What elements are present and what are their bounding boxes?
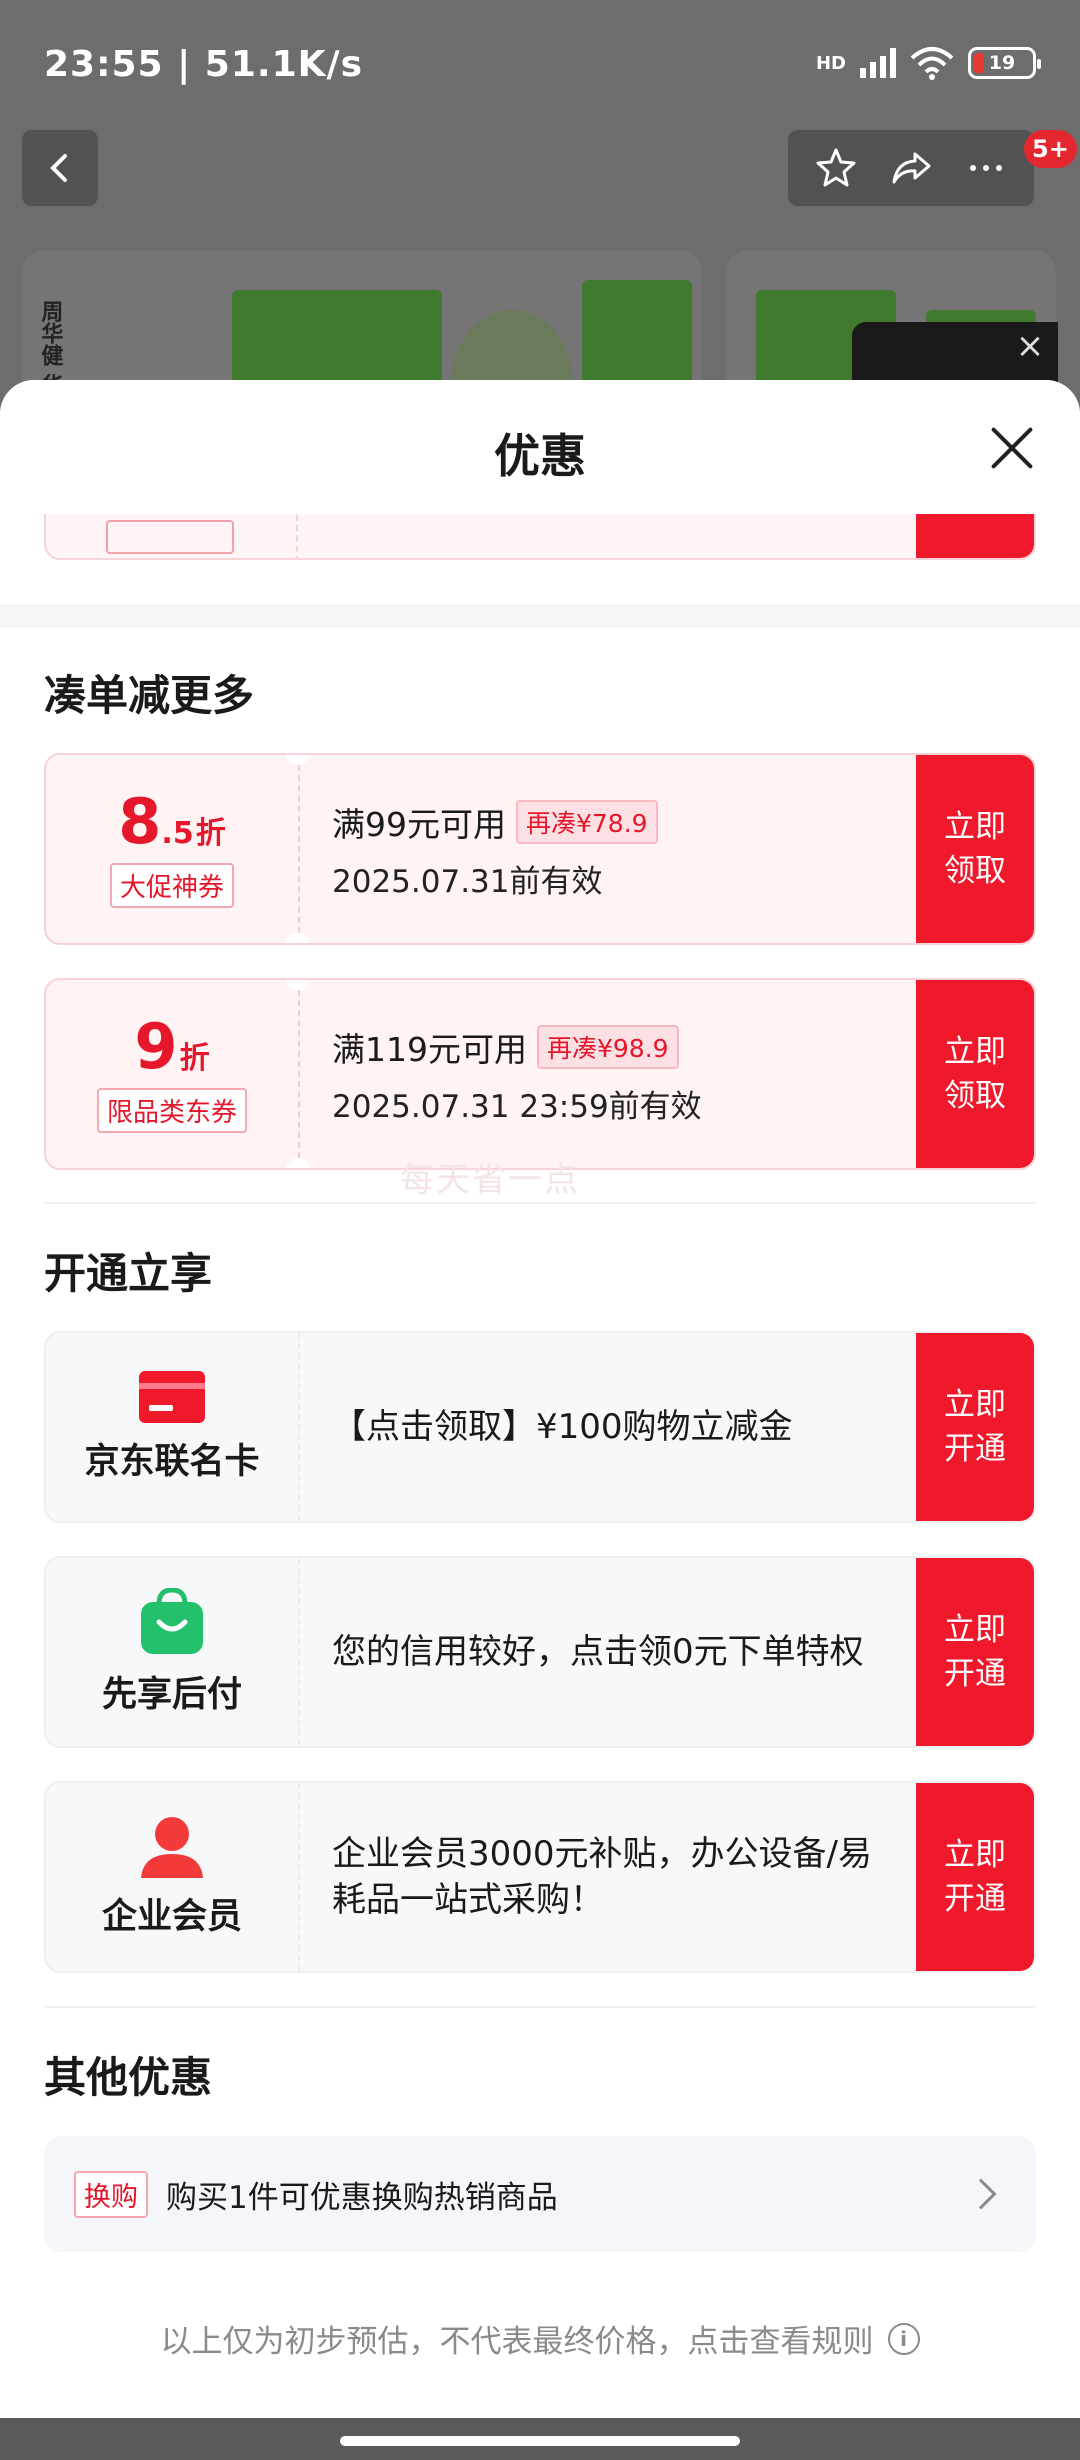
chevron-right-icon	[965, 2178, 997, 2210]
coupon-card: 9 折 限品类东券 满119元可用 再凑¥98.9 2025.07.31 23:…	[44, 978, 1036, 1170]
status-icons: HD 19	[815, 46, 1041, 80]
coupon-discount: 9 折 限品类东券	[46, 980, 298, 1168]
coupon-discount: 8 .5 折 大促神券	[46, 755, 298, 943]
coupon-info: 满99元可用 再凑¥78.9 2025.07.31前有效	[332, 755, 894, 943]
divider	[44, 1202, 1036, 1204]
coupon-expire: 2025.07.31前有效	[332, 863, 603, 900]
chevron-left-icon	[50, 154, 67, 182]
discount-decimal: .5	[161, 815, 194, 851]
user-icon	[141, 1816, 203, 1878]
back-button[interactable]	[22, 130, 98, 206]
discount-value: 8	[118, 784, 162, 858]
price-disclaimer[interactable]: 以上仅为初步预估，不代表最终价格，点击查看规则 i	[0, 2316, 1080, 2361]
coupon-card: 8 .5 折 大促神券 满99元可用 再凑¥78.9 2025.07.31前有效…	[44, 753, 1036, 945]
battery-level: 19	[988, 52, 1016, 74]
discount-unit: 折	[195, 815, 226, 851]
coupon-type-tag: 限品类东券	[96, 1087, 247, 1133]
credit-card-icon	[139, 1370, 205, 1423]
more-icon[interactable]	[964, 146, 1008, 190]
claim-coupon-button[interactable]: 立即领取	[916, 755, 1034, 943]
section-title-bundle: 凑单减更多	[44, 671, 255, 720]
open-service-button[interactable]: 立即开通	[916, 1558, 1034, 1746]
discount-unit: 折	[179, 1040, 210, 1076]
service-name: 先享后付	[101, 1674, 242, 1715]
trade-in-offer-row[interactable]: 换购 购买1件可优惠换购热销商品	[44, 2136, 1036, 2252]
watermark: 每天省一点	[400, 1160, 580, 1200]
top-actions-group	[788, 130, 1034, 206]
disclaimer-text: 以上仅为初步预估，不代表最终价格，点击查看规则	[160, 2324, 874, 2360]
open-service-button[interactable]: 立即开通	[916, 1783, 1034, 1971]
coupon-condition: 满119元可用	[332, 1029, 527, 1069]
coupon-expire: 2025.07.31 23:59前有效	[332, 1088, 702, 1125]
service-card-jd-card: 京东联名卡 【点击领取】¥100购物立减金 立即开通	[44, 1331, 1036, 1523]
sheet-title: 优惠	[494, 429, 586, 483]
claim-coupon-button[interactable]: 立即领取	[916, 980, 1034, 1168]
hd-label: HD	[815, 52, 846, 74]
section-title-open: 开通立享	[44, 1249, 213, 1298]
battery-icon: 19	[968, 47, 1041, 79]
coupon-extra-tag: 再凑¥78.9	[516, 799, 658, 844]
service-desc: 【点击领取】¥100购物立减金	[332, 1407, 793, 1447]
coupon-type-tag: 大促神券	[109, 862, 234, 908]
status-time: 23:55 | 51.1K/s	[44, 44, 364, 85]
share-icon[interactable]	[889, 146, 933, 190]
star-icon[interactable]	[814, 146, 858, 190]
trade-in-text: 购买1件可优惠换购热销商品	[166, 2179, 558, 2216]
home-indicator[interactable]	[340, 2436, 740, 2446]
service-card-pay-later: 先享后付 您的信用较好，点击领0元下单特权 立即开通	[44, 1556, 1036, 1748]
discount-sheet: 优惠 凑单减更多 8 .5 折 大促神券 满99元可用 再凑¥78.9 2025…	[0, 380, 1080, 2460]
coupon-info: 满119元可用 再凑¥98.9 2025.07.31 23:59前有效	[332, 980, 894, 1168]
signal-icon	[860, 48, 896, 78]
message-count-badge: 5+	[1024, 130, 1077, 168]
service-desc: 您的信用较好，点击领0元下单特权	[332, 1632, 864, 1672]
info-icon[interactable]: i	[887, 2322, 920, 2355]
coupon-condition: 满99元可用	[332, 804, 506, 844]
open-service-button[interactable]: 立即开通	[916, 1333, 1034, 1521]
sheet-header: 优惠	[0, 380, 1080, 514]
divider	[44, 2006, 1036, 2008]
close-icon[interactable]	[984, 420, 1040, 476]
shopping-bag-icon	[141, 1587, 203, 1654]
section-title-other: 其他优惠	[44, 2053, 213, 2102]
section-gap	[0, 604, 1080, 628]
status-bar: 23:55 | 51.1K/s HD 19	[0, 0, 1080, 130]
service-name: 企业会员	[101, 1896, 242, 1937]
discount-value: 9	[134, 1009, 178, 1083]
floating-video-close-icon[interactable]: ×	[1010, 326, 1050, 366]
trade-in-tag: 换购	[74, 2170, 148, 2218]
coupon-extra-tag: 再凑¥98.9	[537, 1024, 679, 1069]
wifi-icon	[910, 47, 954, 80]
service-name: 京东联名卡	[84, 1441, 260, 1482]
service-card-enterprise: 企业会员 企业会员3000元补贴，办公设备/易耗品一站式采购！ 立即开通	[44, 1781, 1036, 1973]
service-desc: 企业会员3000元补贴，办公设备/易耗品一站式采购！	[332, 1834, 872, 1920]
